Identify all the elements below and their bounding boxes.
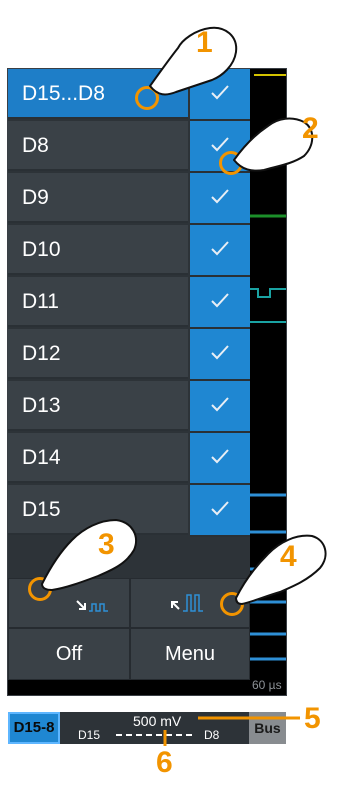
callout-number-3: 3 — [98, 528, 115, 561]
callout-number-4: 4 — [280, 540, 297, 573]
callout-number-2: 2 — [302, 112, 319, 145]
hand-icon — [41, 519, 137, 591]
hand-icon — [149, 26, 238, 96]
callout-number-6: 6 — [156, 746, 173, 779]
callout-number-1: 1 — [196, 26, 213, 59]
pointing-hands-overlay — [41, 26, 327, 746]
hand-icon — [233, 117, 314, 172]
callout-number-5: 5 — [304, 702, 321, 735]
